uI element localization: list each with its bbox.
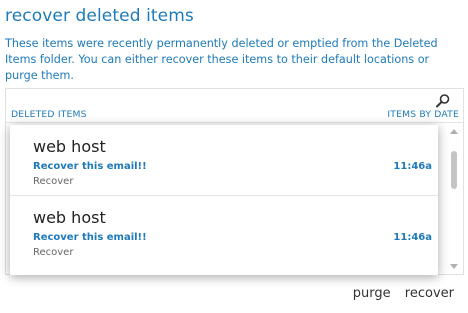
deleted-items-header: DELETED ITEMS xyxy=(11,109,87,120)
item-time: 11:46a xyxy=(393,161,432,172)
item-recover-link[interactable]: Recover xyxy=(33,176,73,187)
item-recover-link[interactable]: Recover xyxy=(33,247,73,258)
item-sender: web host xyxy=(33,137,106,156)
item-subject: Recover this email!! xyxy=(33,232,147,243)
header-divider xyxy=(6,122,463,123)
recover-button[interactable]: recover xyxy=(405,286,454,301)
deleted-items-panel: DELETED ITEMS ITEMS BY DATE web host Rec… xyxy=(5,88,464,275)
panel-header: DELETED ITEMS ITEMS BY DATE xyxy=(6,89,463,123)
scroll-down-arrow-icon[interactable] xyxy=(450,264,458,269)
list-item[interactable]: web host Recover this email!! 11:46a Rec… xyxy=(10,125,438,196)
item-subject: Recover this email!! xyxy=(33,161,147,172)
page-description: These items were recently permanently de… xyxy=(5,37,438,82)
item-time: 11:46a xyxy=(393,232,432,243)
list-item[interactable]: web host Recover this email!! 11:46a Rec… xyxy=(10,196,438,266)
deleted-items-list: web host Recover this email!! 11:46a Rec… xyxy=(10,125,438,275)
purge-button[interactable]: purge xyxy=(353,286,391,301)
list-scrollbar[interactable] xyxy=(449,129,459,269)
search-icon[interactable] xyxy=(435,93,451,109)
scroll-thumb[interactable] xyxy=(451,151,457,189)
items-by-date-sort[interactable]: ITEMS BY DATE xyxy=(387,109,459,120)
scroll-up-arrow-icon[interactable] xyxy=(450,129,458,134)
footer-actions: purge recover xyxy=(343,286,454,301)
item-sender: web host xyxy=(33,208,106,227)
page-title: recover deleted items xyxy=(5,6,194,26)
